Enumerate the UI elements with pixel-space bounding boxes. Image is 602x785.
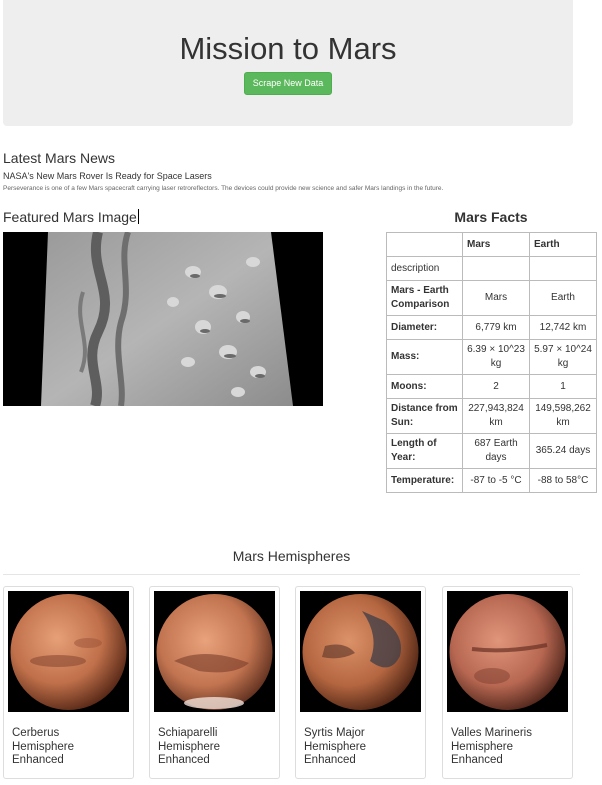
hemisphere-image[interactable] (300, 591, 421, 712)
row-label: Diameter: (386, 315, 463, 340)
mars-value: 2 (462, 374, 530, 399)
mars-value: 6.39 × 10^23 kg (462, 339, 530, 375)
table-row: Mass: 6.39 × 10^23 kg 5.97 × 10^24 kg (386, 339, 597, 375)
featured-section-title: Featured Mars Image (3, 209, 139, 225)
hemisphere-title[interactable]: Syrtis Major Hemisphere Enhanced (304, 727, 416, 768)
table-row: Distance from Sun: 227,943,824 km 149,59… (386, 398, 597, 434)
planet-graphic (300, 591, 421, 712)
hemisphere-image[interactable] (447, 591, 568, 712)
row-label: Distance from Sun: (386, 398, 463, 434)
earth-value: -88 to 58°C (529, 468, 597, 493)
news-section-title: Latest Mars News (3, 150, 116, 166)
mars-facts-table: Mars Earth description Mars - Earth Comp… (386, 232, 597, 493)
row-label: Mass: (386, 339, 463, 375)
news-headline: NASA's New Mars Rover Is Ready for Space… (3, 171, 212, 181)
table-row: Moons: 2 1 (386, 374, 597, 399)
hemisphere-image[interactable] (154, 591, 275, 712)
facts-section-title: Mars Facts (454, 209, 528, 225)
column-header (386, 232, 463, 257)
table-row: description (386, 256, 597, 281)
row-label: Mars - Earth Comparison (386, 280, 463, 316)
row-label: Moons: (386, 374, 463, 399)
hemisphere-card-syrtis-major[interactable]: Syrtis Major Hemisphere Enhanced (295, 586, 426, 779)
column-header: Mars (462, 232, 530, 257)
earth-value: 12,742 km (529, 315, 597, 340)
mars-value (462, 256, 530, 281)
page-title: Mission to Mars (179, 31, 397, 66)
earth-value: 149,598,262 km (529, 398, 597, 434)
featured-image-graphic (3, 232, 323, 406)
featured-mars-image (3, 232, 323, 406)
earth-value: 365.24 days (529, 433, 597, 469)
hemisphere-card-valles-marineris[interactable]: Valles Marineris Hemisphere Enhanced (442, 586, 573, 779)
planet-graphic (447, 591, 568, 712)
mars-value: 227,943,824 km (462, 398, 530, 434)
news-teaser: Perseverance is one of a few Mars spacec… (3, 185, 444, 192)
column-header: Earth (529, 232, 597, 257)
table-row: Diameter: 6,779 km 12,742 km (386, 315, 597, 340)
hemisphere-card-cerberus[interactable]: Cerberus Hemisphere Enhanced (3, 586, 134, 779)
table-row: Mars - Earth Comparison Mars Earth (386, 280, 597, 316)
earth-value (529, 256, 597, 281)
divider (3, 574, 580, 575)
planet-graphic (8, 591, 129, 712)
featured-title-text: Featured Mars Image (3, 209, 137, 225)
mars-value: Mars (462, 280, 530, 316)
table-row: Length of Year: 687 Earth days 365.24 da… (386, 433, 597, 469)
hemisphere-card-schiaparelli[interactable]: Schiaparelli Hemisphere Enhanced (149, 586, 280, 779)
hemisphere-title[interactable]: Valles Marineris Hemisphere Enhanced (451, 727, 563, 768)
row-label: Temperature: (386, 468, 463, 493)
header-jumbotron: Mission to Mars Scrape New Data (3, 0, 573, 126)
mars-value: 687 Earth days (462, 433, 530, 469)
hemisphere-title[interactable]: Cerberus Hemisphere Enhanced (12, 727, 124, 768)
hemispheres-section-title: Mars Hemispheres (232, 548, 351, 564)
mars-value: 6,779 km (462, 315, 530, 340)
earth-value: 1 (529, 374, 597, 399)
table-row: Temperature: -87 to -5 °C -88 to 58°C (386, 468, 597, 493)
text-cursor (137, 209, 139, 224)
row-label: Length of Year: (386, 433, 463, 469)
hemisphere-image[interactable] (8, 591, 129, 712)
earth-value: Earth (529, 280, 597, 316)
hemisphere-title[interactable]: Schiaparelli Hemisphere Enhanced (158, 727, 270, 768)
planet-graphic (154, 591, 275, 712)
scrape-button[interactable]: Scrape New Data (244, 72, 332, 95)
row-label: description (386, 256, 463, 281)
table-header-row: Mars Earth (386, 232, 597, 257)
earth-value: 5.97 × 10^24 kg (529, 339, 597, 375)
mars-value: -87 to -5 °C (462, 468, 530, 493)
